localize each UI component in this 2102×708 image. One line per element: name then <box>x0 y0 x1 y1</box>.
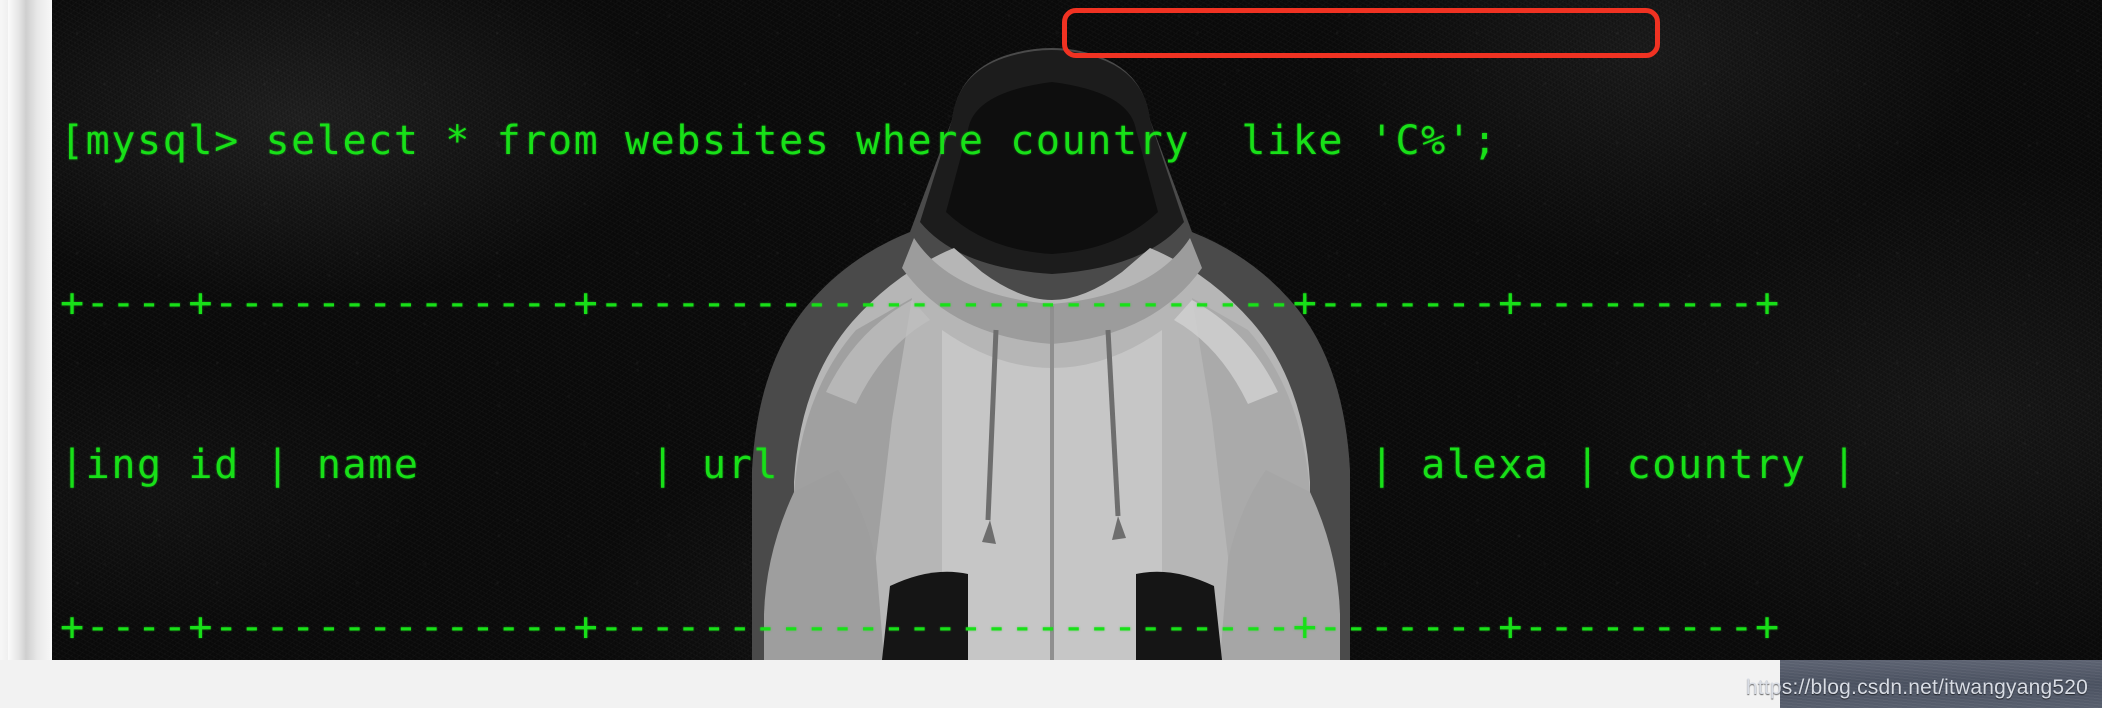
blog-watermark: https://blog.csdn.net/itwangyang520 <box>1745 676 2088 699</box>
terminal-prompt-line: [mysql> select * from websites where cou… <box>60 118 1499 164</box>
scrollbar-track[interactable] <box>8 0 38 660</box>
screenshot-root: [mysql> select * from websites where cou… <box>0 0 2102 708</box>
window-left-gutter[interactable] <box>0 0 52 660</box>
table-header-row: |ing id | name | url | alexa | country | <box>60 442 1858 488</box>
terminal-window[interactable]: [mysql> select * from websites where cou… <box>52 0 2102 660</box>
table-border-middle: +----+--------------+-------------------… <box>60 604 1781 650</box>
table-border-top: +----+--------------+-------------------… <box>60 280 1781 326</box>
terminal-text-output: [mysql> select * from websites where cou… <box>52 0 2102 660</box>
